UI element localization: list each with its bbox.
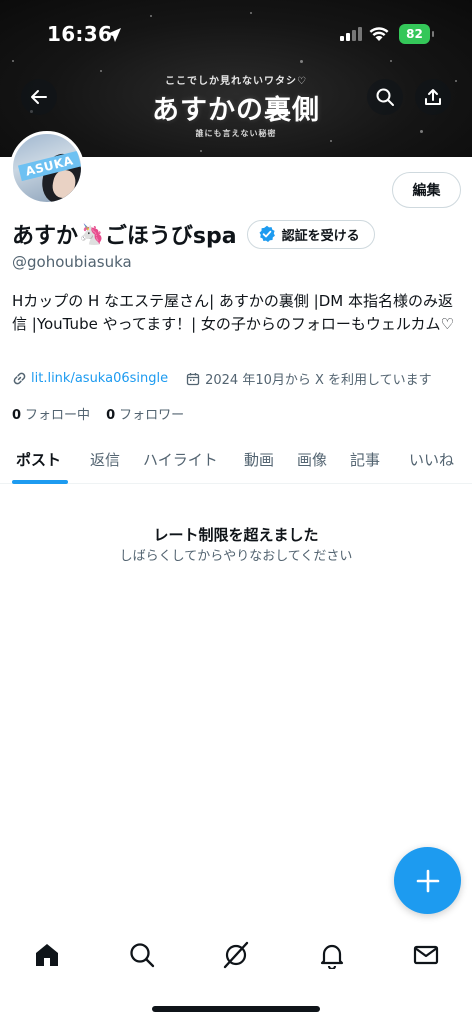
profile-handle: @gohoubiasuka [12,253,132,271]
followers-count-link[interactable]: 0 フォロワー [106,404,184,423]
plus-icon [416,869,439,892]
home-indicator[interactable] [152,1006,320,1012]
tab-highlights[interactable]: ハイライト [143,436,218,483]
get-verified-button[interactable]: 認証を受ける [246,219,375,249]
nav-search[interactable] [127,940,157,970]
share-button[interactable] [415,79,451,115]
back-button[interactable] [21,79,57,115]
mail-icon [413,945,439,965]
display-name-part1: あすか [12,224,79,249]
profile-tabs: ポスト 返信 ハイライト 動画 画像 記事 いいね [0,436,472,484]
profile-meta: lit.link/asuka06single 2024 年10月から X を利用… [12,369,432,388]
status-time: 16:36 [47,22,113,46]
nav-messages[interactable] [411,940,441,970]
nav-grok[interactable] [221,940,251,970]
search-icon [130,943,155,968]
followers-label: フォロワー [119,408,185,423]
profile-avatar[interactable]: ASUKA [10,131,84,205]
tab-articles[interactable]: 記事 [350,436,380,483]
joined-date-text: 2024 年10月から X を利用しています [205,373,432,388]
profile-banner[interactable]: 16:36 82 ここでしか見れないワタシ♡ あすかの裏側 誰にも言えない秘密 [0,0,472,157]
profile-website-link[interactable]: lit.link/asuka06single [31,371,168,386]
bottom-navigation [0,928,472,988]
verified-badge-icon [259,225,275,242]
tab-images[interactable]: 画像 [297,436,327,483]
wifi-icon [369,27,389,41]
following-label: フォロー中 [25,408,91,423]
active-tab-indicator [12,480,68,484]
rate-limit-title: レート制限を超えました [153,526,319,544]
nav-home[interactable] [32,940,62,970]
display-name-part2: ごほうびspa [104,224,237,249]
tab-videos[interactable]: 動画 [244,436,274,483]
home-icon [36,944,58,966]
tab-replies[interactable]: 返信 [90,436,120,483]
arrow-left-icon [31,90,47,104]
followers-count: 0 [106,408,116,423]
calendar-icon [186,372,200,385]
bell-icon [320,944,344,969]
cellular-signal-icon [340,27,362,41]
link-icon [13,372,26,385]
tab-likes[interactable]: いいね [409,436,454,483]
profile-name-row: あすか 🦄 ごほうびspa 認証を受ける [12,218,375,250]
share-icon [425,89,441,105]
rate-limit-subtitle: しばらくしてからやりなおしてください [119,549,353,564]
grok-icon [223,941,249,969]
edit-profile-button[interactable]: 編集 [392,172,461,208]
compose-post-button[interactable] [394,847,461,914]
search-icon [376,88,394,106]
banner-subtitle: ここでしか見れないワタシ♡ [165,76,307,87]
get-verified-label: 認証を受ける [281,228,360,244]
banner-tagline: 誰にも言えない秘密 [195,129,277,138]
location-arrow-icon [107,28,121,42]
nav-notifications[interactable] [317,940,347,970]
following-count-link[interactable]: 0 フォロー中 [12,404,90,423]
profile-bio: Hカップの H なエステ屋さん| あすかの裏側 |DM 本指名様のみ返信 |Yo… [12,292,454,333]
following-count: 0 [12,408,22,423]
tab-posts[interactable]: ポスト [16,436,61,483]
search-button[interactable] [367,79,403,115]
unicorn-emoji-icon: 🦄 [79,222,104,246]
follow-counts: 0 フォロー中 0 フォロワー [12,404,200,423]
battery-indicator: 82 [399,24,434,44]
joined-date: 2024 年10月から X を利用しています [186,369,432,388]
